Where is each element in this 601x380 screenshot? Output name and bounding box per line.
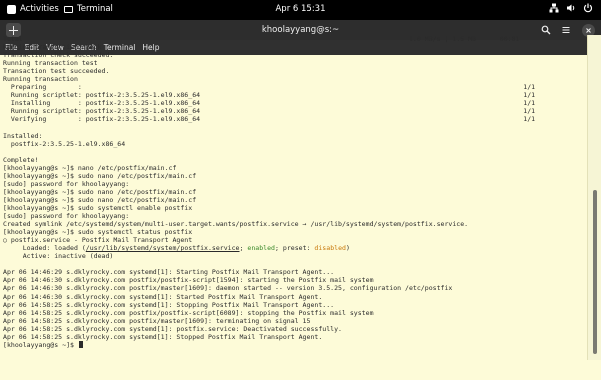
terminal-line: Running transaction test [3, 59, 584, 67]
terminal-line-text: Installing : postfix-2:3.5.25-1.el9.x86_… [3, 99, 536, 108]
preset-label: ; preset: [275, 244, 315, 253]
terminal-line: [khoolayyang@s ~]$ sudo nano /etc/postfi… [3, 196, 584, 204]
terminal-line-text: Running transaction check [3, 43, 102, 52]
text-cursor [78, 340, 83, 348]
terminal-line-text: Transaction test succeeded. [3, 67, 110, 76]
terminal-line-text: Running transaction test [3, 59, 98, 68]
terminal-line-text: Apr 06 14:46:30 s.dklyrocky.com postfix/… [3, 284, 453, 293]
terminal-line: ○ postfix.service - Postfix Mail Transpo… [3, 236, 584, 244]
terminal-line: Apr 06 14:58:25 s.dklyrocky.com systemd[… [3, 301, 584, 309]
terminal-line: Total 1.0 MB/s | 1.5 MB 00:01 [3, 35, 584, 43]
terminal-line: [khoolayyang@s ~]$ sudo systemctl enable… [3, 204, 584, 212]
terminal-line: Apr 06 14:46:30 s.dklyrocky.com postfix/… [3, 284, 584, 292]
terminal-line: [khoolayyang@s ~]$ sudo nano /etc/postfi… [3, 172, 584, 180]
terminal-line-text: Verifying : postfix-2:3.5.25-1.el9.x86_6… [3, 115, 536, 124]
terminal-line-text: Installed: [3, 131, 43, 140]
terminal-line-text: Apr 06 14:46:29 s.dklyrocky.com systemd[… [3, 268, 335, 277]
terminal-line: [sudo] password for khoolayyang: [3, 180, 584, 188]
terminal-line-text: [sudo] password for khoolayyang: [3, 179, 130, 188]
terminal-line-text: ○ postfix.service - Postfix Mail Transpo… [3, 236, 193, 245]
terminal-line-text: [sudo] password for khoolayyang: [3, 212, 130, 221]
terminal-line-text: [khoolayyang@s ~]$ [3, 340, 78, 349]
terminal-line-text: Apr 06 14:58:25 s.dklyrocky.com postfix/… [3, 316, 311, 325]
terminal-line-text: Preparing : 1/1 [3, 83, 536, 92]
terminal-scrollbar[interactable] [587, 35, 601, 360]
terminal-line: Transaction test succeeded. [3, 67, 584, 75]
volume-icon[interactable] [566, 3, 576, 13]
terminal-line: [khoolayyang@s ~]$ sudo systemctl status… [3, 228, 584, 236]
terminal-line: Apr 06 14:46:29 s.dklyrocky.com systemd[… [3, 268, 584, 276]
terminal-line-text: Apr 06 14:46:30 s.dklyrocky.com postfix/… [3, 276, 374, 285]
terminal-line-text: Apr 06 14:46:30 s.dklyrocky.com systemd[… [3, 292, 323, 301]
hamburger-menu-icon [562, 26, 569, 34]
terminal-line: Apr 06 14:46:30 s.dklyrocky.com postfix/… [3, 276, 584, 284]
terminal-line-text: Active: inactive (dead) [3, 252, 114, 261]
unit-file-path: /usr/lib/systemd/system/postfix.service [85, 244, 240, 253]
terminal-line-text: [khoolayyang@s ~]$ sudo systemctl status… [3, 228, 193, 237]
terminal-line-text: Total 1.0 MB/s | 1.5 MB 00:01 [3, 35, 520, 43]
terminal-line: Running scriptlet: postfix-2:3.5.25-1.el… [3, 91, 584, 99]
terminal-line-text: Running scriptlet: postfix-2:3.5.25-1.el… [3, 91, 536, 100]
terminal-line-text: [khoolayyang@s ~]$ nano /etc/postfix/mai… [3, 163, 177, 172]
terminal-line-text: Apr 06 14:58:25 s.dklyrocky.com postfix/… [3, 308, 374, 317]
terminal-line: Created symlink /etc/systemd/system/mult… [3, 220, 584, 228]
terminal-line: postfix-2:3.5.25-1.el9.x86_64 [3, 140, 584, 148]
enabled-state: enabled [247, 244, 275, 253]
terminal-line: Apr 06 14:58:25 s.dklyrocky.com postfix/… [3, 317, 584, 325]
search-icon [541, 25, 550, 35]
terminal-line-text: Running scriptlet: postfix-2:3.5.25-1.el… [3, 107, 536, 116]
terminal-line: Apr 06 14:58:25 s.dklyrocky.com systemd[… [3, 333, 584, 341]
terminal-line-text: [khoolayyang@s ~]$ sudo nano /etc/postfi… [3, 171, 197, 180]
loaded-suffix: ) [345, 244, 350, 253]
terminal-line: Apr 06 14:46:30 s.dklyrocky.com systemd[… [3, 293, 584, 301]
power-icon[interactable] [583, 3, 593, 13]
terminal-line-text: Apr 06 14:58:25 s.dklyrocky.com systemd[… [3, 324, 342, 333]
terminal-line: Preparing : 1/1 [3, 83, 584, 91]
scrollbar-thumb[interactable] [593, 190, 597, 354]
terminal-output[interactable]: Total 1.0 MB/s | 1.5 MB 00:01 Running tra… [0, 35, 587, 360]
system-tray[interactable] [549, 3, 593, 13]
clock[interactable]: Apr 6 15:31 [0, 4, 601, 14]
terminal-line-text: postfix-2:3.5.25-1.el9.x86_64 [3, 139, 126, 148]
terminal-line: Apr 06 14:58:25 s.dklyrocky.com postfix/… [3, 309, 584, 317]
terminal-line-text: [khoolayyang@s ~]$ sudo nano /etc/postfi… [3, 195, 197, 204]
system-top-bar: Activities Terminal Apr 6 15:31 [0, 0, 601, 20]
loaded-prefix: Loaded: loaded ( [3, 244, 86, 253]
terminal-line: Transaction check succeeded. [3, 51, 584, 59]
terminal-line: Installed: [3, 132, 584, 140]
network-icon[interactable] [549, 3, 559, 13]
terminal-line: Verifying : postfix-2:3.5.25-1.el9.x86_6… [3, 115, 584, 123]
terminal-line-text: [khoolayyang@s ~]$ sudo systemctl enable… [3, 203, 193, 212]
terminal-line-text: Complete! [3, 155, 39, 164]
terminal-line: Running transaction check [3, 43, 584, 51]
terminal-line: [sudo] password for khoolayyang: [3, 212, 584, 220]
preset-state: disabled [314, 244, 346, 253]
terminal-line-text: Running transaction [3, 75, 78, 84]
terminal-line: [khoolayyang@s ~]$ [3, 340, 584, 349]
terminal-line-text: Created symlink /etc/systemd/system/mult… [3, 220, 469, 229]
terminal-line: [khoolayyang@s ~]$ nano /etc/postfix/mai… [3, 164, 584, 172]
terminal-line: Active: inactive (dead) [3, 252, 584, 260]
terminal-line: Running transaction [3, 75, 584, 83]
terminal-line: Installing : postfix-2:3.5.25-1.el9.x86_… [3, 99, 584, 107]
terminal-line-text: Apr 06 14:58:25 s.dklyrocky.com systemd[… [3, 300, 335, 309]
terminal-line: [khoolayyang@s ~]$ sudo nano /etc/postfi… [3, 188, 584, 196]
terminal-line: Running scriptlet: postfix-2:3.5.25-1.el… [3, 107, 584, 115]
terminal-line-text: [khoolayyang@s ~]$ sudo nano /etc/postfi… [3, 187, 197, 196]
window-title: khoolayyang@s:~ [261, 25, 340, 35]
terminal-line: Complete! [3, 156, 584, 164]
terminal-line: Apr 06 14:58:25 s.dklyrocky.com systemd[… [3, 325, 584, 333]
terminal-line-text: Transaction check succeeded. [3, 51, 114, 60]
terminal-line-text: Apr 06 14:58:25 s.dklyrocky.com systemd[… [3, 332, 323, 341]
terminal-line: Loaded: loaded (/usr/lib/systemd/system/… [3, 244, 584, 252]
close-icon [586, 27, 591, 33]
